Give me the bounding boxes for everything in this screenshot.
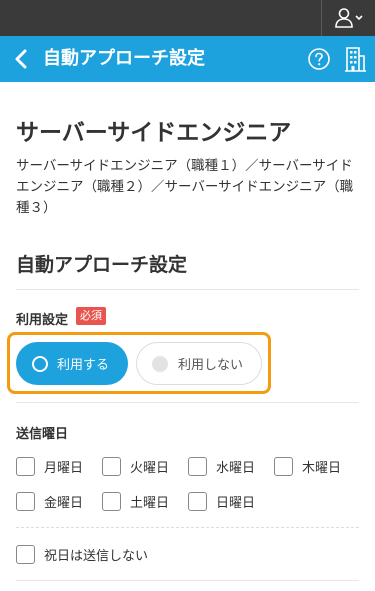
help-button[interactable] xyxy=(307,47,331,71)
radio-selected-icon xyxy=(32,355,48,372)
usage-option-use[interactable]: 利用する xyxy=(16,342,128,385)
required-badge: 必須 xyxy=(76,307,106,325)
usage-label: 利用設定 xyxy=(16,313,69,328)
question-circle-icon xyxy=(308,48,330,70)
section-title: 自動アプローチ設定 xyxy=(16,254,188,276)
company-button[interactable] xyxy=(343,46,367,72)
bottom-divider xyxy=(16,580,359,581)
back-button[interactable] xyxy=(8,44,34,74)
checkbox-icon xyxy=(274,456,293,476)
radio-unselected-icon xyxy=(152,355,168,372)
top-bar xyxy=(0,0,375,36)
user-icon xyxy=(334,8,363,28)
job-title: サーバーサイドエンジニア xyxy=(16,120,292,146)
day-label: 水曜日 xyxy=(216,460,256,476)
building-icon xyxy=(345,47,366,72)
page-title: 自動アプローチ設定 xyxy=(43,48,205,69)
checkbox-icon xyxy=(16,544,35,564)
section-divider xyxy=(16,289,359,290)
checkbox-icon xyxy=(102,456,121,476)
day-label: 月曜日 xyxy=(44,460,84,476)
send-days-label: 送信曜日 xyxy=(16,427,69,442)
skip-holidays-checkbox[interactable]: 祝日は送信しない xyxy=(16,544,148,564)
day-label: 土曜日 xyxy=(130,495,170,511)
checkbox-icon xyxy=(16,456,35,476)
checkbox-icon xyxy=(188,456,207,476)
day-checkbox-sunday[interactable]: 日曜日 xyxy=(188,491,255,511)
chevron-left-icon xyxy=(15,49,27,69)
day-checkbox-monday[interactable]: 月曜日 xyxy=(16,456,83,476)
day-checkbox-tuesday[interactable]: 火曜日 xyxy=(102,456,169,476)
day-checkbox-wednesday[interactable]: 水曜日 xyxy=(188,456,255,476)
day-checkbox-thursday[interactable]: 木曜日 xyxy=(274,456,341,476)
day-checkbox-friday[interactable]: 金曜日 xyxy=(16,491,83,511)
usage-option-label: 利用しない xyxy=(178,358,244,373)
usage-divider xyxy=(16,402,359,403)
usage-option-not-use[interactable]: 利用しない xyxy=(136,342,262,385)
usage-option-label: 利用する xyxy=(57,358,110,373)
day-label: 日曜日 xyxy=(216,495,256,511)
job-categories: サーバーサイドエンジニア（職種１）／サーバーサイドエンジニア（職種２）／サーバー… xyxy=(16,158,354,216)
day-label: 火曜日 xyxy=(130,460,170,476)
day-label: 金曜日 xyxy=(44,495,84,511)
day-label: 木曜日 xyxy=(302,460,342,476)
checkbox-icon xyxy=(16,491,35,511)
skip-holidays-label: 祝日は送信しない xyxy=(44,548,149,564)
checkbox-icon xyxy=(188,491,207,511)
page-header: 自動アプローチ設定 xyxy=(0,36,375,82)
days-divider xyxy=(16,527,359,528)
checkbox-icon xyxy=(102,491,121,511)
account-menu-button[interactable] xyxy=(321,0,375,36)
day-checkbox-saturday[interactable]: 土曜日 xyxy=(102,491,169,511)
